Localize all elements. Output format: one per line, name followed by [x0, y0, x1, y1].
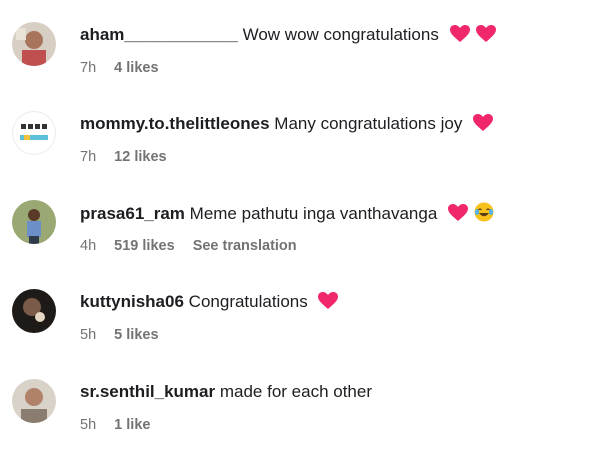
comment-item: sr.senthil_kumar made for each other 5h …: [0, 379, 609, 468]
avatar[interactable]: [12, 200, 56, 244]
comment-time[interactable]: 4h: [80, 238, 96, 254]
comment-time[interactable]: 5h: [80, 327, 96, 343]
comment-likes[interactable]: 1 like: [114, 417, 150, 433]
avatar[interactable]: [12, 111, 56, 155]
comment-time[interactable]: 7h: [80, 149, 96, 165]
comment-username[interactable]: kuttynisha06: [80, 292, 184, 311]
comment-time[interactable]: 5h: [80, 417, 96, 433]
comment-text: Wow wow congratulations: [242, 25, 439, 44]
comment-time[interactable]: 7h: [80, 60, 96, 76]
comment-item: aham____________ Wow wow congratulations…: [0, 22, 609, 111]
comment-likes[interactable]: 12 likes: [114, 149, 166, 165]
comment-text: made for each other: [219, 382, 373, 401]
comment-username[interactable]: sr.senthil_kumar: [80, 382, 215, 401]
heart-icon: [448, 204, 469, 228]
comment-likes[interactable]: 4 likes: [114, 60, 158, 76]
heart-icon: [449, 25, 470, 49]
heart-icon: [475, 25, 496, 49]
avatar[interactable]: [12, 289, 56, 333]
comment-text: Meme pathutu inga vanthavanga: [189, 204, 438, 223]
comment-text: Congratulations: [188, 292, 308, 311]
comment-text: Many congratulations joy: [274, 114, 463, 133]
comment-username[interactable]: aham____________: [80, 25, 238, 44]
comment-likes[interactable]: 5 likes: [114, 327, 158, 343]
comment-item: mommy.to.thelittleones Many congratulati…: [0, 111, 609, 200]
see-translation-link[interactable]: See translation: [193, 238, 297, 254]
comment-username[interactable]: mommy.to.thelittleones: [80, 114, 270, 133]
laughing-face-icon: [474, 202, 494, 228]
avatar[interactable]: [12, 379, 56, 423]
heart-icon: [318, 292, 339, 316]
comment-likes[interactable]: 519 likes: [114, 238, 174, 254]
heart-icon: [473, 114, 494, 138]
comment-username[interactable]: prasa61_ram: [80, 204, 185, 223]
comment-item: kuttynisha06 Congratulations 5h 5 likes: [0, 289, 609, 378]
avatar[interactable]: [12, 22, 56, 66]
comment-item: prasa61_ram Meme pathutu inga vanthavang…: [0, 200, 609, 289]
